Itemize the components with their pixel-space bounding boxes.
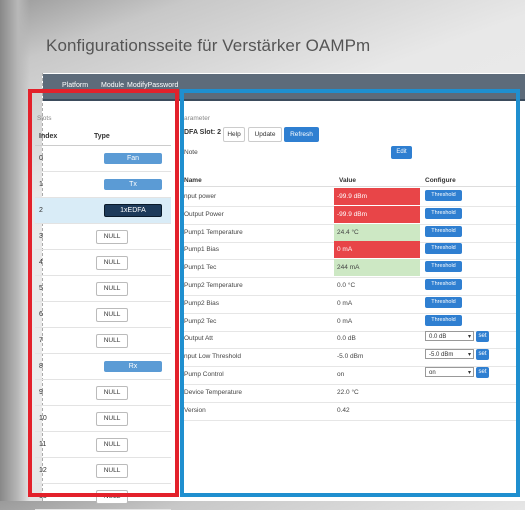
page-title: Konfigurationsseite für Verstärker OAMPm [46,36,371,55]
nav-modifypassword[interactable]: ModifyPassword [127,82,178,89]
params-highlight-box [180,89,520,497]
background-texture [0,0,30,501]
nav-module[interactable]: Module [101,82,124,89]
slots-highlight-box [28,89,179,497]
nav-platform[interactable]: Platform [62,82,88,89]
